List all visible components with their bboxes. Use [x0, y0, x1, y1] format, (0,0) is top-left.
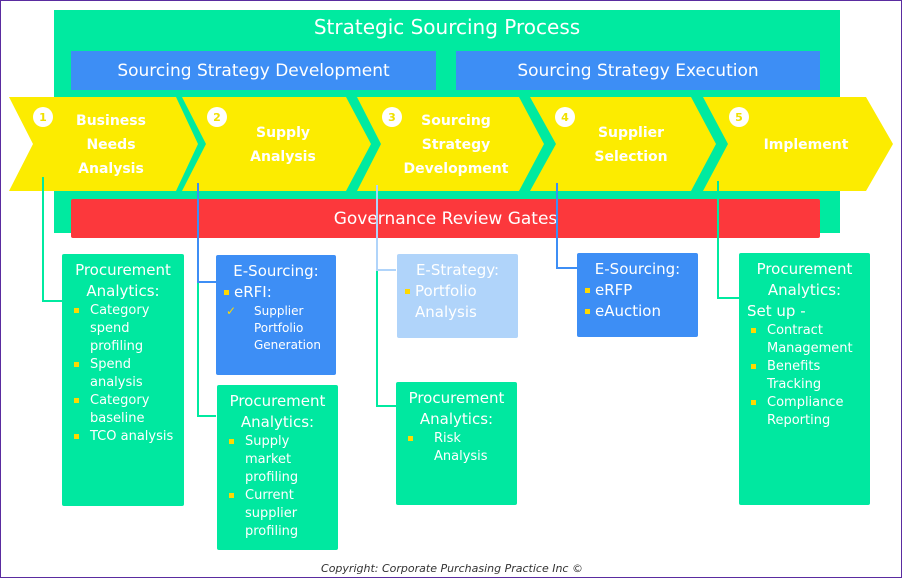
list-item: TCO analysis — [70, 428, 176, 446]
connector-step-4 — [556, 183, 577, 269]
connector-step-2-esourcing — [197, 183, 216, 283]
box-title: Procurement Analytics: — [229, 392, 326, 431]
step-1-analytics-box: Procurement Analytics: Category spend pr… — [62, 254, 184, 506]
box-title: Procurement Analytics: — [408, 389, 505, 428]
connector-step-1 — [42, 177, 62, 302]
step-1-label: Business Needs Analysis — [76, 113, 146, 177]
list-item: Benefits Tracking — [747, 358, 862, 394]
phase-strategy-execution: Sourcing Strategy Execution — [456, 51, 820, 90]
step-2-number: 2 — [207, 107, 227, 127]
diagram-title: Strategic Sourcing Process — [313, 15, 581, 39]
list-item: Compliance Reporting — [747, 394, 862, 430]
step-2-label: Supply Analysis — [250, 125, 316, 165]
bullet-icon — [74, 308, 79, 313]
list-item: Category spend profiling — [70, 302, 176, 356]
step-4-esourcing-box: E-Sourcing: eRFP eAuction — [577, 253, 698, 337]
phase-strategy-development: Sourcing Strategy Development — [71, 51, 436, 90]
bullet-icon — [229, 493, 234, 498]
box-title: E-Strategy: — [415, 261, 500, 279]
bullet-icon — [751, 400, 756, 405]
bullet-icon — [224, 290, 229, 295]
step-3-number: 3 — [382, 107, 402, 127]
bullet-icon — [229, 439, 234, 444]
step-4-number: 4 — [555, 107, 575, 127]
step-5-analytics-box: Procurement Analytics: Set up - Contract… — [739, 253, 870, 505]
list-item: Spend analysis — [70, 356, 176, 392]
box-title: E-Sourcing: — [594, 260, 681, 278]
bullet-icon — [74, 434, 79, 439]
box-subtitle: Set up - — [747, 302, 806, 320]
list-item: Current supplier profiling — [225, 487, 330, 541]
step-1-number: 1 — [33, 107, 53, 127]
bullet-icon — [751, 328, 756, 333]
bullet-icon — [751, 364, 756, 369]
list-item: Category baseline — [70, 392, 176, 428]
bullet-icon — [74, 398, 79, 403]
bullet-icon — [585, 309, 590, 314]
step-3-label: Sourcing Strategy Development — [403, 113, 509, 177]
bullet-icon — [408, 436, 413, 441]
box-title: E-Sourcing: — [233, 262, 319, 280]
step-2-analytics-box: Procurement Analytics: Supply market pro… — [217, 385, 338, 550]
box-title: Procurement Analytics: — [75, 261, 171, 300]
step-3-estrategy-box: E-Strategy: Portfolio Analysis — [397, 254, 518, 338]
list-item: eAuction — [585, 301, 690, 322]
list-item: Supply market profiling — [225, 433, 330, 487]
step-2-esourcing-box: E-Sourcing: eRFI: ✓ Supplier Portfolio G… — [216, 255, 336, 375]
bullet-icon — [585, 288, 590, 293]
copyright-text: Copyright: Corporate Purchasing Practice… — [321, 562, 583, 575]
bullet-icon — [405, 289, 410, 294]
check-icon: ✓ — [226, 304, 237, 318]
list-item: eRFP — [585, 280, 690, 301]
connector-step-5 — [717, 181, 739, 299]
step-5-label: Implement — [763, 137, 849, 153]
connector-step-3-estrategy — [376, 185, 396, 271]
governance-review-gates: Governance Review Gates — [71, 199, 820, 238]
step-3-analytics-box: Procurement Analytics: Risk Analysis — [396, 382, 517, 505]
list-item: Contract Management — [747, 322, 862, 358]
sub-item: ✓ Supplier Portfolio Generation — [226, 304, 321, 352]
step-4-label: Supplier Selection — [594, 125, 668, 165]
bullet-icon — [74, 362, 79, 367]
list-item: Risk Analysis — [404, 430, 509, 466]
connector-step-2-analytics — [197, 283, 216, 417]
step-5-number: 5 — [729, 107, 749, 127]
list-item: eRFI: — [224, 282, 328, 303]
box-title: Procurement Analytics: — [756, 260, 853, 299]
list-item: Portfolio Analysis — [405, 281, 510, 323]
connector-step-3-analytics — [376, 271, 396, 407]
